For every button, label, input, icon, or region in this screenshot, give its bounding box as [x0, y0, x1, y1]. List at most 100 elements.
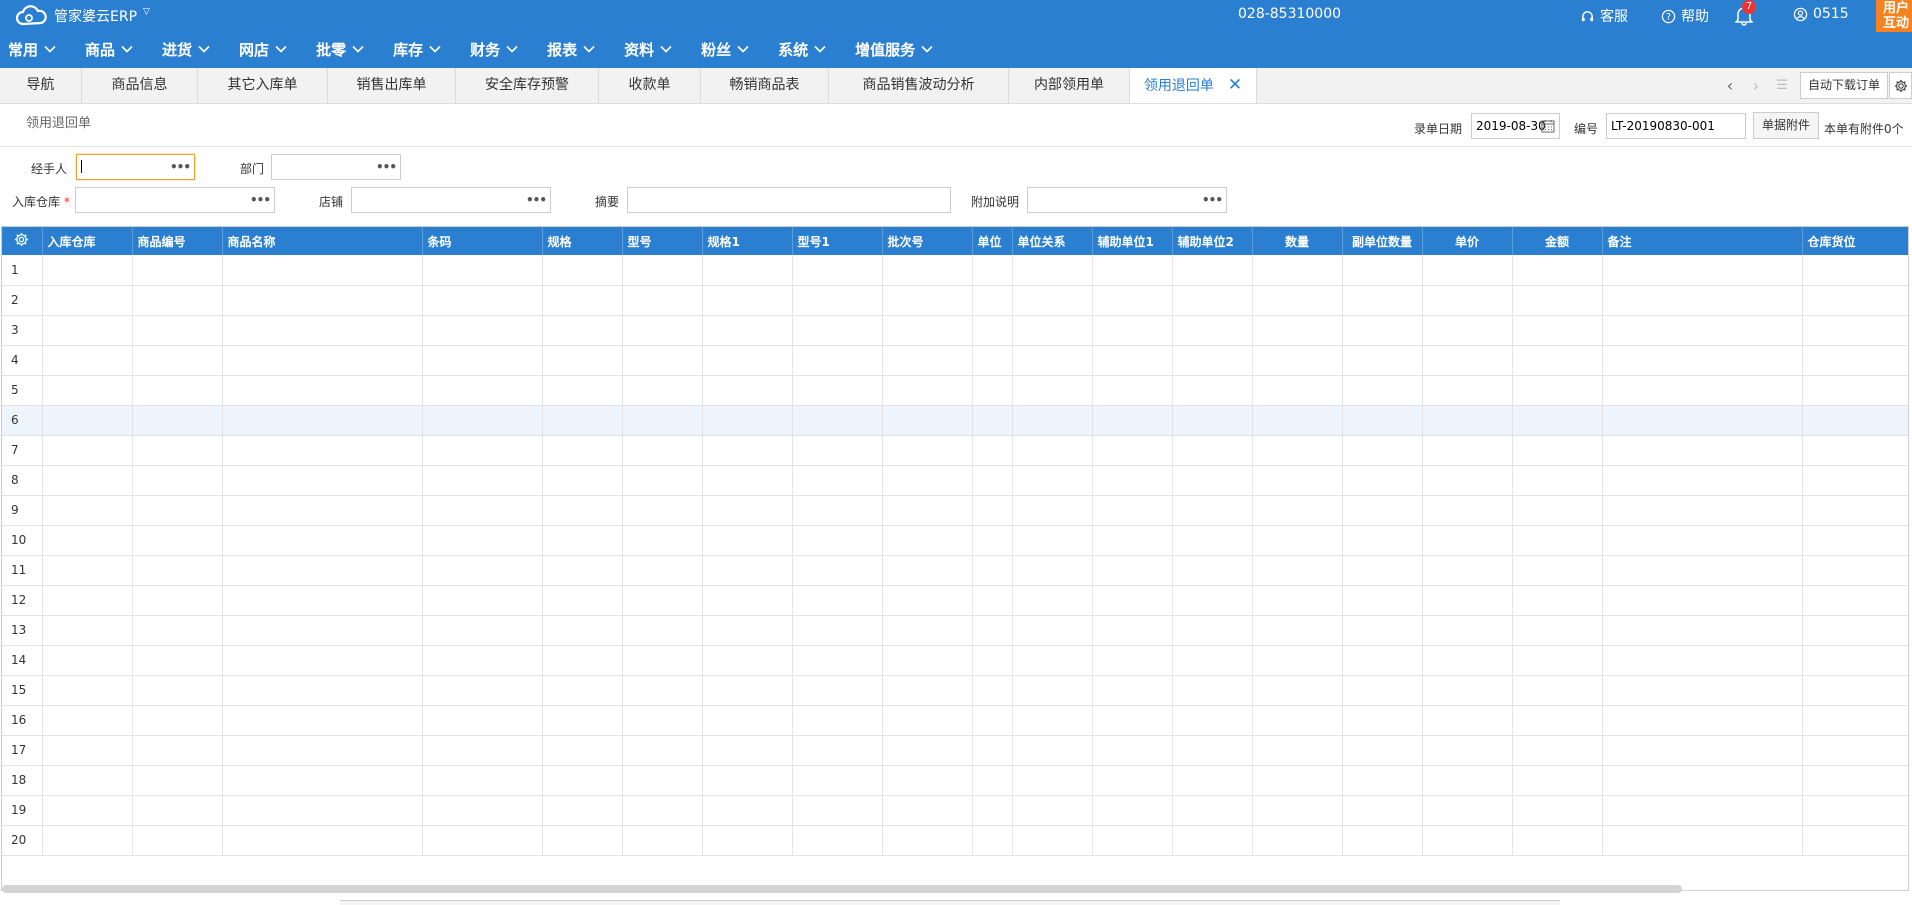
extra-note-input[interactable]: ••• — [1027, 187, 1227, 213]
table-cell[interactable] — [422, 675, 543, 706]
nav-item[interactable]: 常用 — [2, 36, 62, 62]
table-cell[interactable] — [972, 255, 1013, 286]
table-cell[interactable] — [222, 465, 423, 496]
table-cell[interactable] — [542, 705, 623, 736]
table-cell[interactable] — [222, 255, 423, 286]
table-cell[interactable] — [882, 555, 973, 586]
tab-scroll-right-icon[interactable]: › — [1744, 68, 1768, 103]
table-cell[interactable] — [1342, 255, 1423, 286]
table-cell[interactable] — [1422, 285, 1513, 316]
table-cell[interactable] — [1342, 495, 1423, 526]
table-cell[interactable] — [792, 285, 883, 316]
table-cell[interactable] — [622, 825, 703, 856]
tab[interactable]: 收款单 — [599, 68, 701, 103]
table-cell[interactable] — [542, 795, 623, 826]
table-row[interactable]: 17 — [2, 735, 1908, 766]
table-cell[interactable] — [1012, 645, 1093, 676]
table-cell[interactable] — [1342, 765, 1423, 796]
table-cell[interactable] — [422, 615, 543, 646]
table-cell[interactable] — [222, 495, 423, 526]
table-cell[interactable] — [702, 255, 793, 286]
table-cell[interactable] — [1602, 435, 1803, 466]
table-cell[interactable] — [422, 255, 543, 286]
table-cell[interactable] — [792, 735, 883, 766]
table-row[interactable]: 15 — [2, 675, 1908, 706]
table-cell[interactable] — [702, 645, 793, 676]
table-cell[interactable] — [422, 525, 543, 556]
table-cell[interactable] — [422, 435, 543, 466]
table-cell[interactable] — [422, 585, 543, 616]
table-cell[interactable] — [882, 405, 973, 436]
table-cell[interactable] — [792, 435, 883, 466]
table-cell[interactable] — [702, 675, 793, 706]
table-cell[interactable] — [1172, 555, 1253, 586]
column-header[interactable]: 副单位数量 — [1342, 227, 1423, 255]
table-cell[interactable] — [972, 585, 1013, 616]
table-cell[interactable] — [1252, 705, 1343, 736]
table-row[interactable]: 8 — [2, 465, 1908, 496]
table-cell[interactable] — [1342, 795, 1423, 826]
table-cell[interactable] — [1802, 645, 1908, 676]
table-cell[interactable] — [1012, 795, 1093, 826]
table-cell[interactable] — [1512, 765, 1603, 796]
table-cell[interactable] — [622, 585, 703, 616]
table-cell[interactable] — [1092, 585, 1173, 616]
table-cell[interactable] — [1012, 555, 1093, 586]
table-cell[interactable] — [972, 525, 1013, 556]
table-cell[interactable] — [42, 465, 133, 496]
table-cell[interactable] — [1342, 645, 1423, 676]
nav-item[interactable]: 资料 — [618, 36, 678, 62]
table-cell[interactable] — [1252, 795, 1343, 826]
table-cell[interactable] — [42, 405, 133, 436]
table-cell[interactable] — [222, 765, 423, 796]
table-cell[interactable] — [972, 435, 1013, 466]
table-row[interactable]: 5 — [2, 375, 1908, 406]
table-cell[interactable] — [542, 675, 623, 706]
table-row[interactable]: 7 — [2, 435, 1908, 466]
column-header[interactable]: 商品名称 — [222, 227, 423, 255]
table-cell[interactable] — [622, 285, 703, 316]
warehouse-input[interactable]: ••• — [75, 187, 275, 213]
table-cell[interactable] — [222, 525, 423, 556]
table-row[interactable]: 14 — [2, 645, 1908, 676]
table-cell[interactable] — [1512, 405, 1603, 436]
table-cell[interactable] — [1512, 795, 1603, 826]
table-cell[interactable] — [422, 465, 543, 496]
table-cell[interactable] — [42, 795, 133, 826]
table-cell[interactable] — [542, 765, 623, 796]
nav-item[interactable]: 批零 — [310, 36, 370, 62]
table-cell[interactable] — [1802, 375, 1908, 406]
table-cell[interactable] — [702, 795, 793, 826]
table-cell[interactable] — [1342, 585, 1423, 616]
table-cell[interactable] — [132, 495, 223, 526]
table-row[interactable]: 10 — [2, 525, 1908, 556]
table-cell[interactable] — [792, 255, 883, 286]
table-cell[interactable] — [1252, 675, 1343, 706]
table-cell[interactable] — [42, 615, 133, 646]
table-cell[interactable] — [1602, 555, 1803, 586]
table-cell[interactable] — [1092, 615, 1173, 646]
table-cell[interactable] — [1012, 675, 1093, 706]
table-row[interactable]: 4 — [2, 345, 1908, 376]
table-cell[interactable] — [1512, 525, 1603, 556]
table-cell[interactable] — [1172, 675, 1253, 706]
table-cell[interactable] — [1802, 465, 1908, 496]
table-cell[interactable] — [132, 525, 223, 556]
tab[interactable]: 安全库存预警 — [456, 68, 599, 103]
table-cell[interactable] — [42, 555, 133, 586]
table-cell[interactable] — [702, 585, 793, 616]
table-cell[interactable] — [1422, 465, 1513, 496]
table-cell[interactable] — [542, 525, 623, 556]
table-cell[interactable] — [132, 405, 223, 436]
table-cell[interactable] — [1802, 795, 1908, 826]
table-cell[interactable] — [222, 375, 423, 406]
table-cell[interactable] — [1092, 645, 1173, 676]
table-cell[interactable] — [792, 555, 883, 586]
table-cell[interactable] — [1422, 435, 1513, 466]
shop-input[interactable]: ••• — [351, 187, 551, 213]
table-cell[interactable] — [1802, 345, 1908, 376]
table-cell[interactable] — [542, 495, 623, 526]
number-field[interactable]: LT-20190830-001 — [1606, 113, 1746, 139]
table-cell[interactable] — [422, 285, 543, 316]
table-cell[interactable] — [1252, 465, 1343, 496]
